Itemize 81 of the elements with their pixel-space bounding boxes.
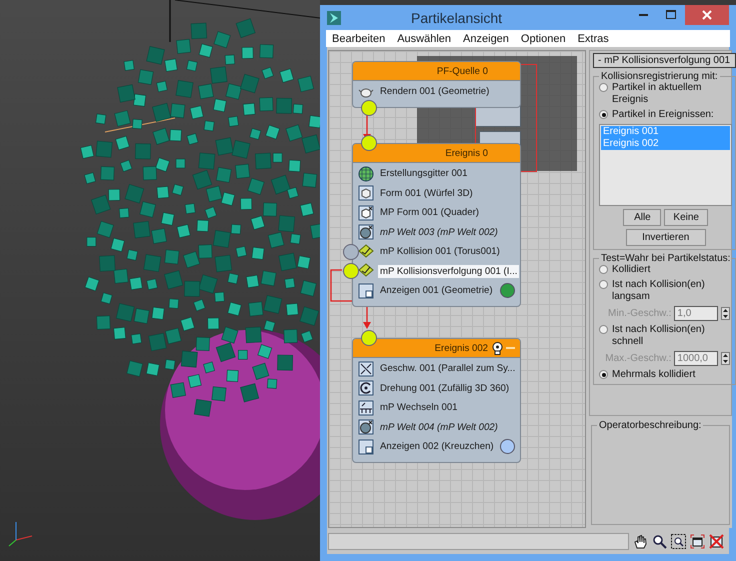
operator-item[interactable]: Geschw. 001 (Parallel zum Sy... (378, 362, 518, 376)
close-button[interactable] (685, 5, 729, 25)
input-socket[interactable] (361, 135, 377, 151)
display-icon (358, 282, 374, 299)
radio-button[interactable] (599, 265, 608, 274)
radio-button[interactable] (599, 83, 608, 92)
operator-item[interactable]: Anzeigen 001 (Geometrie) (378, 284, 498, 298)
crossed-box-icon[interactable] (709, 534, 724, 549)
operator-item[interactable]: Drehung 001 (Zufällig 3D 360) (378, 382, 516, 395)
display-color-dot[interactable] (500, 439, 515, 454)
node-header[interactable]: PF-Quelle 0 (353, 62, 520, 81)
close-icon (702, 10, 712, 20)
zoom-extents-icon[interactable] (690, 534, 705, 549)
operator-item[interactable]: mP Kollisionsverfolgung 001 (I... (378, 264, 520, 278)
node-header[interactable]: Ereignis 002 (353, 339, 520, 358)
menu-item[interactable]: Optionen (514, 32, 572, 44)
cube-icon (358, 185, 374, 202)
menu-item[interactable]: Bearbeiten (326, 32, 392, 44)
operator-item[interactable]: mP Kollision 001 (Torus001) (378, 245, 516, 258)
radio-button[interactable] (599, 280, 608, 289)
operator-item[interactable]: Anzeigen 002 (Kreuzchen) (378, 440, 498, 454)
panel-button[interactable]: Keine (664, 209, 708, 226)
light-bulb-icon[interactable] (492, 342, 503, 354)
output-socket[interactable] (343, 263, 359, 280)
window-title: Partikelansicht (411, 10, 502, 26)
menu-item[interactable]: Auswählen (391, 32, 458, 44)
menu-item[interactable]: Extras (572, 32, 615, 44)
input-socket[interactable] (361, 330, 377, 346)
radio-label: Ist nach Kollision(en) langsam (612, 279, 706, 303)
radio-button[interactable] (599, 325, 608, 334)
switch-icon (358, 400, 374, 416)
radio-button[interactable] (599, 110, 608, 119)
radio-label: Partikel in aktuellem Ereignis (612, 82, 702, 106)
zoom-region-icon[interactable] (671, 534, 686, 549)
rollout-header[interactable]: - mP Kollisionsverfolgung 001 (593, 53, 736, 68)
spinner-arrows-icon[interactable] (721, 352, 730, 365)
operator-item[interactable]: mP Wechseln 001 (378, 401, 516, 414)
rotation-icon (358, 380, 374, 396)
output-socket[interactable] (343, 244, 359, 260)
radio-label: Ist nach Kollision(en) schnell (612, 324, 706, 348)
cube-icon (358, 204, 374, 221)
node-header[interactable]: Ereignis 0 (353, 144, 520, 163)
hand-icon[interactable] (633, 534, 648, 549)
radio-label: Kollidiert (612, 264, 650, 276)
node-title: PF-Quelle 0 (436, 66, 488, 76)
panel-button[interactable]: Invertieren (626, 229, 706, 246)
node-title: Ereignis 002 (434, 342, 488, 354)
radio-label: Partikel in Ereignissen: (612, 109, 714, 121)
node-title: Ereignis 0 (445, 148, 488, 158)
minimize-icon (638, 14, 648, 16)
field-label: Min.-Geschw.: (608, 308, 672, 319)
group-title: Kollisionsregistrierung mit: (600, 71, 719, 82)
display-color-dot[interactable] (500, 283, 515, 298)
group-title: Operatorbeschreibung: (598, 420, 702, 431)
app-logo-icon[interactable] (327, 10, 341, 24)
globe-icon (358, 419, 374, 436)
arrows-icon (358, 360, 374, 377)
menu-item[interactable]: Anzeigen (457, 32, 515, 44)
panel-button[interactable]: Alle (623, 209, 662, 226)
spinner-arrows-icon[interactable] (721, 307, 730, 320)
status-field[interactable] (328, 533, 629, 550)
group-title: Test=Wahr bei Partikelstatus: (600, 253, 732, 264)
diamond-icon (358, 244, 374, 260)
operator-item[interactable]: mP Welt 003 (mP Welt 002) (378, 226, 516, 239)
grid-sphere-icon (358, 166, 374, 182)
axis-gizmo-icon (8, 522, 32, 546)
operator-item[interactable]: Erstellungsgitter 001 (378, 167, 516, 180)
minimize-node-icon[interactable] (506, 347, 515, 349)
operator-item[interactable]: mP Welt 004 (mP Welt 002) (378, 420, 516, 434)
field-label: Max.-Geschw.: (605, 353, 672, 364)
output-socket[interactable] (361, 100, 377, 116)
radio-button[interactable] (599, 370, 608, 379)
display-icon (358, 438, 374, 455)
diamond-icon (358, 263, 374, 280)
magnifier-icon[interactable] (652, 534, 667, 549)
operator-item[interactable]: Rendern 001 (Geometrie) (378, 85, 516, 98)
operator-item[interactable]: Form 001 (Würfel 3D) (378, 186, 516, 200)
globe-icon (358, 224, 374, 240)
radio-label: Mehrmals kollidiert (612, 369, 696, 381)
operator-item[interactable]: MP Form 001 (Quader) (378, 206, 516, 220)
maximize-icon (666, 10, 676, 20)
